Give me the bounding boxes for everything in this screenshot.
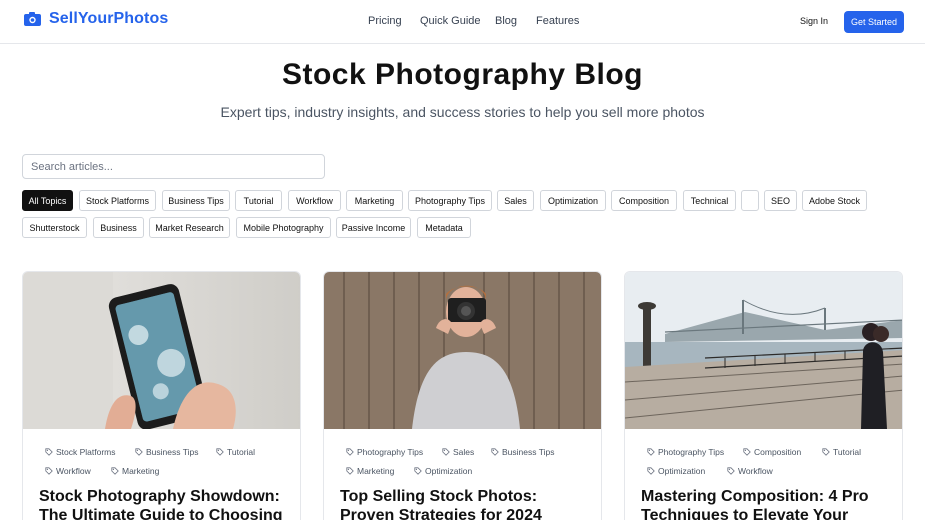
post-tag[interactable]: Optimization (647, 466, 705, 476)
post-tag[interactable]: Optimization (414, 466, 472, 476)
post-tag[interactable]: Business Tips (491, 447, 554, 457)
filter-photography-tips[interactable]: Photography Tips (408, 190, 492, 211)
filter-all-topics[interactable]: All Topics (22, 190, 73, 211)
nav-features[interactable]: Features (536, 15, 579, 27)
filter-tutorial[interactable]: Tutorial (235, 190, 282, 211)
page-subtitle: Expert tips, industry insights, and succ… (220, 104, 705, 120)
post-tag[interactable]: Marketing (111, 466, 159, 476)
nav-blog[interactable]: Blog (495, 15, 517, 27)
tag-icon (727, 467, 735, 475)
brand-logo-link[interactable]: SellYourPhotos (24, 10, 168, 28)
tag-icon (442, 448, 450, 456)
tag-icon (647, 467, 655, 475)
post-tag[interactable]: Business Tips (135, 447, 198, 457)
top-header: SellYourPhotos Pricing Quick Guide Blog … (0, 0, 925, 44)
search-input[interactable] (22, 154, 325, 179)
nav-pricing[interactable]: Pricing (368, 15, 402, 27)
filter-passive-income[interactable]: Passive Income (336, 217, 411, 238)
post-image-waterfront-couple[interactable] (625, 272, 902, 429)
post-tag[interactable]: Sales (442, 447, 474, 457)
post-tag-label: Stock Platforms (56, 447, 116, 457)
post-tag-label: Workflow (56, 466, 91, 476)
post-tag[interactable]: Composition (743, 447, 801, 457)
post-tag[interactable]: Photography Tips (647, 447, 724, 457)
tag-icon (743, 448, 751, 456)
post-title[interactable]: Mastering Composition: 4 Pro Techniques … (641, 487, 891, 520)
get-started-button[interactable]: Get Started (844, 11, 904, 33)
post-tag-label: Composition (754, 447, 802, 457)
filter-mobile-photography[interactable]: Mobile Photography (236, 217, 331, 238)
tag-icon (111, 467, 119, 475)
filter-technical[interactable]: Technical (683, 190, 736, 211)
filter-marketing[interactable]: Marketing (346, 190, 403, 211)
post-tag-label: Workflow (738, 466, 773, 476)
tag-icon (216, 448, 224, 456)
post-tag[interactable]: Stock Platforms (45, 447, 116, 457)
camera-icon (24, 12, 41, 26)
post-tag-label: Business Tips (502, 447, 555, 457)
post-tag-label: Photography Tips (357, 447, 424, 457)
post-tag[interactable]: Tutorial (822, 447, 861, 457)
post-tag-label: Marketing (357, 466, 395, 476)
sign-in-link[interactable]: Sign In (800, 16, 828, 26)
filter-metadata[interactable]: Metadata (417, 217, 471, 238)
filter-workflow[interactable]: Workflow (288, 190, 341, 211)
nav-quick-guide[interactable]: Quick Guide (420, 15, 481, 27)
post-tag-label: Tutorial (833, 447, 862, 457)
post-tag-label: Tutorial (227, 447, 256, 457)
tag-icon (414, 467, 422, 475)
post-image-photographer[interactable] (324, 272, 601, 429)
filter-sales[interactable]: Sales (497, 190, 534, 211)
filter-business-tips[interactable]: Business Tips (162, 190, 230, 211)
post-tag[interactable]: Photography Tips (346, 447, 423, 457)
post-tag[interactable]: Marketing (346, 466, 394, 476)
filter-business[interactable]: Business (93, 217, 144, 238)
post-image-phone-photo[interactable] (23, 272, 300, 429)
post-tag-label: Business Tips (146, 447, 199, 457)
brand-name: SellYourPhotos (49, 10, 169, 27)
post-tag-label: Optimization (658, 466, 706, 476)
tag-icon (45, 448, 53, 456)
filter-blank[interactable] (741, 190, 759, 211)
post-tag-label: Sales (453, 447, 475, 457)
tag-icon (135, 448, 143, 456)
post-tag[interactable]: Workflow (727, 466, 773, 476)
filter-stock-platforms[interactable]: Stock Platforms (79, 190, 156, 211)
post-tag-label: Marketing (122, 466, 160, 476)
post-tag[interactable]: Workflow (45, 466, 91, 476)
tag-icon (822, 448, 830, 456)
filter-market-research[interactable]: Market Research (149, 217, 230, 238)
blog-card[interactable]: Photography Tips Sales Business Tips Mar… (323, 271, 602, 520)
blog-card[interactable]: Stock Platforms Business Tips Tutorial W… (22, 271, 301, 520)
post-title[interactable]: Top Selling Stock Photos: Proven Strateg… (340, 487, 590, 520)
filter-adobe-stock[interactable]: Adobe Stock (802, 190, 867, 211)
page-title: Stock Photography Blog (281, 58, 643, 91)
post-tag-label: Photography Tips (658, 447, 725, 457)
filter-composition[interactable]: Composition (611, 190, 677, 211)
tag-icon (346, 448, 354, 456)
filter-shutterstock[interactable]: Shutterstock (22, 217, 87, 238)
tag-icon (45, 467, 53, 475)
post-tag-label: Optimization (425, 466, 473, 476)
tag-icon (647, 448, 655, 456)
tag-icon (346, 467, 354, 475)
post-title[interactable]: Stock Photography Showdown: The Ultimate… (39, 487, 289, 520)
tag-icon (491, 448, 499, 456)
filter-seo[interactable]: SEO (764, 190, 797, 211)
blog-card[interactable]: Photography Tips Composition Tutorial Op… (624, 271, 903, 520)
post-tag[interactable]: Tutorial (216, 447, 255, 457)
filter-optimization[interactable]: Optimization (540, 190, 606, 211)
